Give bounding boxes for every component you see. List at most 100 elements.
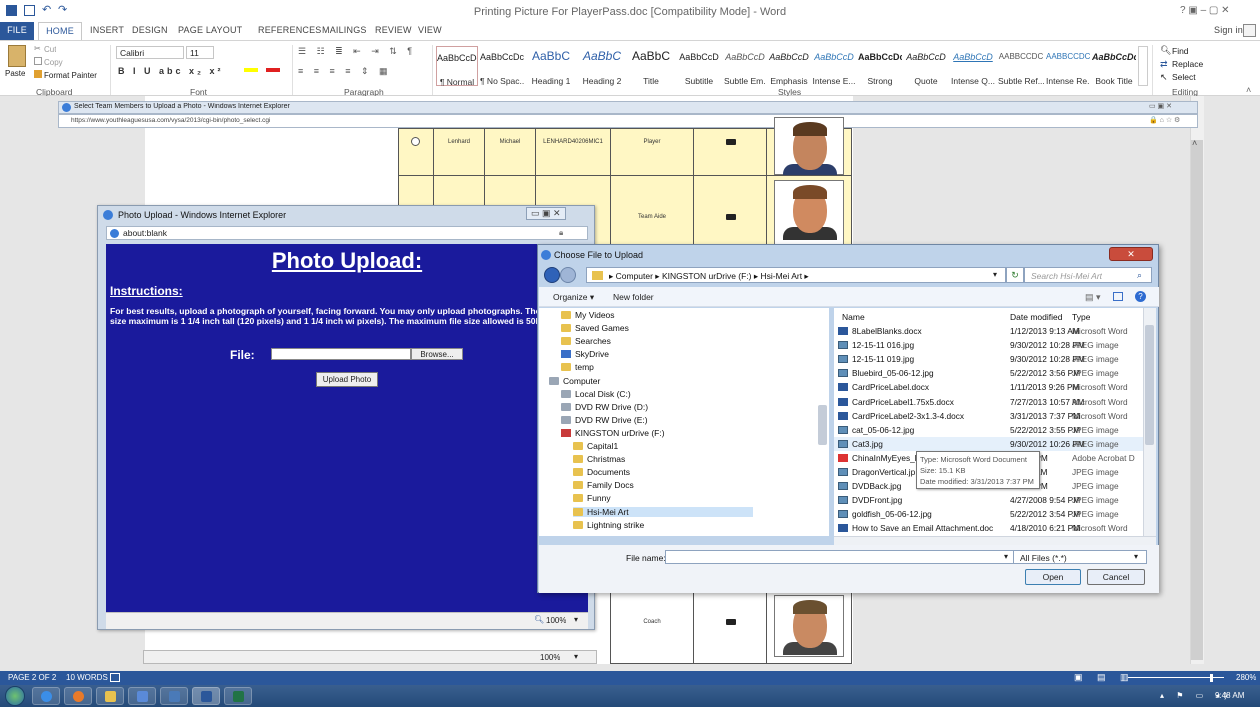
style-no-spacing[interactable]: AaBbCcDc ¶ No Spac... [480, 46, 524, 86]
column-header-name[interactable]: Name [842, 312, 865, 322]
browse-button[interactable]: Browse... [411, 348, 463, 360]
taskbar-ie[interactable] [32, 687, 60, 705]
tree-item[interactable]: KINGSTON urDrive (F:) [561, 428, 665, 438]
breadcrumb[interactable]: ▸ Computer ▸ KINGSTON urDrive (F:) ▸ Hsi… [586, 267, 1006, 283]
file-name-input[interactable]: ▾ [665, 550, 1017, 564]
tab-insert[interactable]: INSERT [90, 25, 124, 35]
select-button[interactable]: Select [1172, 72, 1196, 82]
photo-upload-window-controls[interactable]: ▭ ▣ ✕ [526, 207, 566, 220]
breadcrumb-dropdown-icon[interactable]: ▾ [993, 270, 997, 279]
view-mode-icons[interactable]: ▣ ▤ ▥ [1074, 672, 1135, 683]
file-row[interactable]: Bluebird_05-06-12.jpg 5/22/2012 3:56 PM JP… [834, 366, 1156, 380]
style-intense-emphasis[interactable]: AaBbCcD Intense E... [812, 46, 856, 86]
style-heading-1[interactable]: AaBbC Heading 1 [526, 46, 576, 86]
collapse-ribbon-icon[interactable]: ˄ [1246, 85, 1251, 95]
style-emphasis[interactable]: AaBbCcD Emphasis [768, 46, 810, 86]
tab-review[interactable]: REVIEW [375, 25, 412, 35]
tree-item[interactable]: Christmas [573, 454, 625, 464]
taskbar-app-2[interactable] [160, 687, 188, 705]
zoom-dropdown-icon[interactable]: ▾ [574, 615, 578, 624]
font-size-combo[interactable]: 11 [186, 46, 214, 59]
table-cell-select[interactable] [398, 128, 434, 176]
tree-item[interactable]: Funny [573, 493, 611, 503]
table-cell-camera[interactable] [693, 128, 767, 176]
highlight-color-icon[interactable] [244, 68, 258, 72]
help-icon[interactable]: ? [1135, 291, 1146, 302]
column-header-type[interactable]: Type [1072, 312, 1090, 322]
camera-icon[interactable] [726, 619, 736, 625]
paste-icon[interactable] [8, 45, 26, 67]
style-strong[interactable]: AaBbCcDc Strong [858, 46, 902, 86]
back-button[interactable] [544, 267, 560, 283]
file-row[interactable]: Cat3.jpg 9/30/2012 10:26 PM JPEG image [834, 436, 1156, 451]
ie-zoom-level[interactable]: 100% [540, 653, 560, 662]
style-title[interactable]: AaBbC Title [628, 46, 674, 86]
photo-upload-address-bar[interactable]: about:blank 🔒︎ [106, 226, 588, 240]
style-quote[interactable]: AaBbCcD Quote [904, 46, 948, 86]
style-heading-2[interactable]: AaBbC Heading 2 [578, 46, 626, 86]
copy-button[interactable]: Copy [44, 58, 63, 67]
taskbar-firefox[interactable] [64, 687, 92, 705]
zoom-level[interactable]: 280% [1236, 673, 1256, 682]
alignment-icons[interactable]: ≡ ≡ ≡ ≡ ⇕ ▦ [298, 66, 392, 77]
tree-scroll-thumb[interactable] [818, 405, 827, 445]
tab-mailings[interactable]: MAILINGS [322, 25, 367, 35]
preview-pane-icon[interactable] [1113, 292, 1123, 301]
forward-button[interactable] [560, 267, 576, 283]
tree-item[interactable]: DVD RW Drive (D:) [561, 402, 648, 412]
zoom-slider-thumb[interactable] [1210, 674, 1213, 682]
tree-item[interactable]: My Videos [561, 310, 615, 320]
zoom-dropdown-icon[interactable]: ▾ [574, 652, 578, 661]
file-row[interactable]: How to Save an Email Attachment.doc 4/18/… [834, 521, 1156, 535]
cancel-button[interactable]: Cancel [1087, 569, 1145, 585]
style-subtle-emphasis[interactable]: AaBbCcD Subtle Em... [724, 46, 766, 86]
chevron-down-icon[interactable]: ▾ [1004, 552, 1008, 561]
tab-page-layout[interactable]: PAGE LAYOUT [178, 25, 242, 35]
photo-upload-zoom[interactable]: 100% [546, 616, 566, 625]
sign-in-link[interactable]: Sign in [1214, 25, 1243, 35]
start-button[interactable] [5, 686, 25, 706]
file-list-scroll-thumb[interactable] [1145, 325, 1154, 445]
tab-home[interactable]: HOME [38, 22, 82, 40]
table-cell-camera[interactable] [693, 588, 767, 664]
camera-icon[interactable] [726, 214, 736, 220]
taskbar-excel[interactable] [224, 687, 252, 705]
taskbar-word[interactable] [192, 687, 220, 705]
ie-window-controls[interactable]: ▭ ▣ ✕ [1149, 102, 1172, 110]
format-painter-button[interactable]: Format Painter [44, 71, 97, 80]
window-controls[interactable]: ? ▣ – ▢ ✕ [1180, 5, 1230, 16]
cut-button[interactable]: Cut [44, 45, 56, 54]
file-row[interactable]: CardPriceLabel2-3x1.3-4.docx 3/31/2013 7:… [834, 409, 1156, 423]
tree-item[interactable]: Family Docs [573, 480, 634, 490]
paste-button[interactable]: Paste [5, 69, 25, 78]
photo-upload-titlebar[interactable]: Photo Upload - Windows Internet Explorer… [98, 206, 594, 224]
style-subtle-reference[interactable]: AABBCCDC Subtle Ref... [998, 46, 1044, 86]
find-button[interactable]: Find [1172, 46, 1189, 56]
file-path-input[interactable] [271, 348, 411, 360]
page-count[interactable]: PAGE 2 OF 2 [8, 673, 56, 682]
open-button[interactable]: Open [1025, 569, 1081, 585]
replace-button[interactable]: Replace [1172, 59, 1203, 69]
file-row[interactable]: CardPriceLabel1.75x5.docx 7/27/2013 10:57… [834, 395, 1156, 409]
upload-photo-button[interactable]: Upload Photo [316, 372, 378, 387]
file-row[interactable]: DVDFront.jpg 4/27/2008 9:54 PM JPEG image [834, 493, 1156, 507]
organize-menu[interactable]: Organize ▾ [553, 292, 594, 303]
taskbar-clock[interactable]: 9:48 AM [1215, 691, 1244, 700]
tab-references[interactable]: REFERENCES [258, 25, 322, 35]
tree-item[interactable]: temp [561, 362, 594, 372]
user-avatar-icon[interactable] [1243, 24, 1256, 37]
style-subtitle[interactable]: AaBbCcD Subtitle [676, 46, 722, 86]
styles-gallery-scroll-icon[interactable] [1138, 46, 1148, 86]
tree-item[interactable]: Hsi-Mei Art [573, 506, 753, 517]
file-type-filter[interactable]: All Files (*.*) ▾ [1013, 550, 1147, 564]
tree-item[interactable]: Searches [561, 336, 611, 346]
taskbar-explorer[interactable] [96, 687, 124, 705]
new-folder-button[interactable]: New folder [613, 292, 654, 302]
font-name-combo[interactable]: Calibri [116, 46, 184, 59]
file-row[interactable]: cat_05-06-12.jpg 5/22/2012 3:55 PM JPEG im… [834, 423, 1156, 437]
scroll-up-icon[interactable]: ˄ [1192, 138, 1197, 148]
style-intense-quote[interactable]: AaBbCcD Intense Q... [950, 46, 996, 86]
search-input[interactable]: Search Hsi-Mei Art ⌕ [1024, 267, 1152, 283]
style-normal[interactable]: AaBbCcDc ¶ Normal [436, 46, 478, 87]
tab-file[interactable]: FILE [0, 22, 34, 40]
